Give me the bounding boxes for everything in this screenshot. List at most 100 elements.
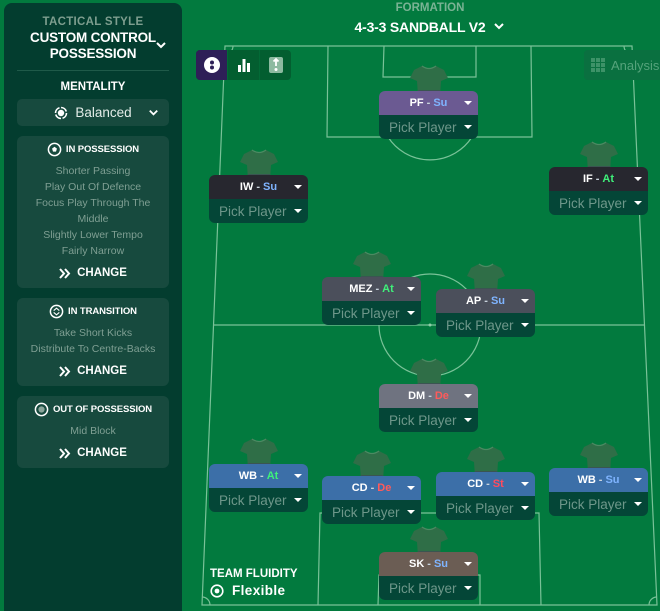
in-possession-title: IN POSSESSION	[65, 144, 140, 155]
bar-chart-icon	[237, 59, 250, 72]
role-separator: -	[486, 478, 490, 490]
duty-name: At	[382, 283, 394, 295]
caret-down-icon	[464, 586, 472, 590]
pick-player-dropdown[interactable]: Pick Player	[436, 496, 535, 520]
role-selector[interactable]: CD - St	[436, 472, 535, 496]
view-stats-button[interactable]	[227, 50, 259, 80]
caret-down-icon	[464, 394, 472, 398]
duty-name: De	[377, 482, 392, 494]
player-slot-wb-right[interactable]: WB - Su Pick Player	[549, 442, 648, 516]
duty-name: Su	[433, 558, 448, 570]
role-selector[interactable]: WB - At	[209, 464, 308, 488]
instruction: Fairly Narrow	[61, 245, 125, 257]
instruction: Shorter Passing	[55, 165, 131, 177]
team-fluidity-value: Flexible	[232, 583, 286, 598]
top-penalty-arc	[387, 136, 473, 161]
grid-icon	[591, 58, 605, 72]
player-slot-dm[interactable]: DM - De Pick Player	[379, 358, 478, 432]
role-selector[interactable]: IW - Su	[209, 175, 308, 199]
out-of-possession-card: OUT OF POSSESSION Mid Block CHANGE	[17, 396, 169, 468]
player-slot-cd-left[interactable]: CD - De Pick Player	[322, 450, 421, 524]
role-separator: -	[375, 283, 380, 295]
role-name: SK	[408, 558, 425, 570]
tactical-style-selector[interactable]: TACTICAL STYLE CUSTOM CONTROL POSSESSION	[4, 3, 182, 62]
tactics-sidebar: TACTICAL STYLE CUSTOM CONTROL POSSESSION…	[4, 3, 182, 611]
transition-icon	[49, 304, 64, 319]
caret-down-icon	[521, 506, 529, 510]
formation-label: FORMATION	[395, 2, 465, 14]
player-slot-cd-right[interactable]: CD - St Pick Player	[436, 446, 535, 520]
pick-player-label: Pick Player	[389, 580, 457, 596]
formation-selector[interactable]: 4-3-3 SANDBALL V2	[300, 19, 560, 35]
divider	[17, 70, 169, 71]
role-selector[interactable]: PF - Su	[379, 91, 478, 115]
role-separator: -	[484, 295, 488, 307]
analysis-button[interactable]: Analysis	[584, 50, 660, 80]
instruction: Distribute To Centre-Backs	[30, 343, 156, 355]
instruction: Take Short Kicks	[53, 327, 133, 339]
caret-down-icon	[407, 486, 415, 490]
pick-player-label: Pick Player	[446, 317, 514, 333]
pick-player-label: Pick Player	[559, 496, 627, 512]
pick-player-dropdown[interactable]: Pick Player	[322, 500, 421, 524]
view-players-button[interactable]	[196, 50, 227, 80]
pick-player-dropdown[interactable]: Pick Player	[379, 576, 478, 600]
in-transition-change-button[interactable]: CHANGE	[21, 365, 165, 377]
chevron-down-icon[interactable]	[154, 38, 168, 52]
pick-player-label: Pick Player	[389, 412, 457, 428]
role-selector[interactable]: MEZ - At	[322, 277, 421, 301]
pick-player-dropdown[interactable]: Pick Player	[322, 301, 421, 325]
duty-name: Su	[490, 295, 505, 307]
pick-player-dropdown[interactable]: Pick Player	[379, 408, 478, 432]
role-separator: -	[260, 470, 264, 482]
tactical-style-label: TACTICAL STYLE	[42, 16, 144, 28]
team-fluidity-label: TEAM FLUIDITY	[210, 568, 298, 580]
duty-name: De	[434, 390, 449, 402]
mentality-label: MENTALITY	[60, 81, 126, 93]
caret-down-icon	[464, 562, 472, 566]
player-slot-mez[interactable]: MEZ - At Pick Player	[322, 251, 421, 325]
player-slot-pf[interactable]: PF - Su Pick Player	[379, 65, 478, 139]
role-separator: -	[256, 181, 261, 193]
up-arrow-card-icon	[268, 57, 283, 73]
role-selector[interactable]: AP - Su	[436, 289, 535, 313]
pick-player-dropdown[interactable]: Pick Player	[549, 191, 648, 215]
player-slot-iw[interactable]: IW - Su Pick Player	[209, 149, 308, 223]
pick-player-label: Pick Player	[219, 203, 287, 219]
duty-name: At	[602, 173, 615, 185]
duty-name: Su	[433, 97, 448, 109]
role-selector[interactable]: CD - De	[322, 476, 421, 500]
caret-down-icon	[634, 502, 642, 506]
chevron-down-icon	[494, 23, 505, 30]
pick-player-dropdown[interactable]: Pick Player	[209, 199, 308, 223]
pick-player-dropdown[interactable]: Pick Player	[379, 115, 478, 139]
duty-name: St	[492, 478, 504, 490]
caret-down-icon	[294, 474, 302, 478]
role-name: CD	[467, 478, 484, 490]
player-slot-ap[interactable]: AP - Su Pick Player	[436, 263, 535, 337]
mentality-dropdown[interactable]: Balanced	[17, 99, 169, 126]
role-name: PF	[409, 97, 424, 109]
view-instructions-button[interactable]	[259, 50, 291, 80]
in-possession-change-button[interactable]: CHANGE	[21, 267, 165, 279]
duty-name: At	[266, 470, 279, 482]
role-selector[interactable]: IF - At	[549, 167, 648, 191]
player-slot-sk[interactable]: SK - Su Pick Player	[379, 526, 478, 600]
mentality-icon	[55, 106, 68, 119]
caret-down-icon	[634, 201, 642, 205]
in-transition-title: IN TRANSITION	[68, 306, 137, 317]
in-possession-card: IN POSSESSION Shorter Passing Play Out O…	[17, 136, 169, 288]
target-icon	[210, 583, 224, 598]
role-selector[interactable]: SK - Su	[379, 552, 478, 576]
player-slot-if[interactable]: IF - At Pick Player	[549, 141, 648, 215]
role-selector[interactable]: WB - Su	[549, 468, 648, 492]
view-toggle	[196, 50, 291, 80]
role-selector[interactable]: DM - De	[379, 384, 478, 408]
player-slot-wb-left[interactable]: WB - At Pick Player	[209, 438, 308, 512]
pick-player-dropdown[interactable]: Pick Player	[436, 313, 535, 337]
out-of-possession-change-button[interactable]: CHANGE	[21, 447, 165, 459]
role-name: AP	[465, 295, 482, 307]
role-separator: -	[426, 97, 431, 109]
pick-player-dropdown[interactable]: Pick Player	[549, 492, 648, 516]
pick-player-dropdown[interactable]: Pick Player	[209, 488, 308, 512]
